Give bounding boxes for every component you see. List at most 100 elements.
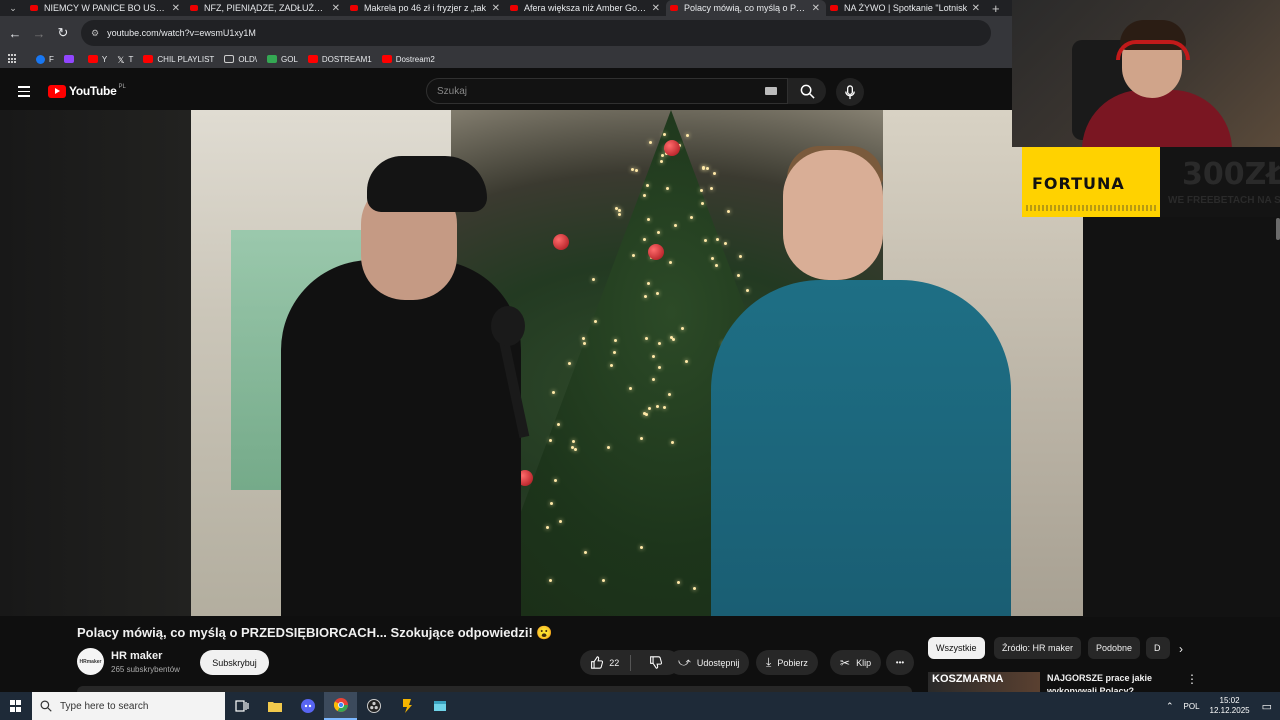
voice-search-button[interactable] <box>836 78 864 106</box>
chrome-icon[interactable] <box>324 692 357 720</box>
browser-tab-strip: ⌄ NIEMCY W PANICE BO USA STA ✕ NFZ, PIENI… <box>0 0 1012 16</box>
browser-tab[interactable]: NA ŻYWO | Spotkanie "Lotnisk ✕ <box>826 0 986 16</box>
youtube-header: YouTube PL Szukaj <box>0 72 1012 110</box>
tree-light <box>606 445 610 449</box>
discord-icon[interactable] <box>291 692 324 720</box>
address-bar[interactable]: ⚙ youtube.com/watch?v=ewsmU1xy1M <box>81 20 991 46</box>
tree-light <box>628 387 632 391</box>
subscribe-button[interactable]: Subskrybuj <box>200 650 269 675</box>
tree-light <box>676 580 680 584</box>
video-title: Polacy mówią, co myślą o PRZEDSIĘBIORCAC… <box>77 625 553 640</box>
bookmark-dostream1[interactable]: DOSTREAM1 <box>307 55 372 64</box>
more-actions-button[interactable]: ••• <box>886 650 914 675</box>
apps-grid-icon[interactable] <box>8 54 18 64</box>
download-button[interactable]: ⤓ Pobierz <box>756 650 818 675</box>
tab-close-icon[interactable]: ✕ <box>812 3 820 14</box>
chip-related[interactable]: Podobne <box>1088 637 1141 659</box>
video-scene-bauble <box>553 234 569 250</box>
tab-close-icon[interactable]: ✕ <box>972 3 980 14</box>
bookmark-youtube[interactable]: Y <box>87 55 107 64</box>
share-label: Udostępnij <box>696 657 740 668</box>
task-view-icon[interactable] <box>225 692 258 720</box>
tree-light <box>581 336 585 340</box>
notifications-icon[interactable]: ▭ <box>1262 700 1272 713</box>
share-button[interactable]: ⤻ Udostępnij <box>668 650 750 675</box>
obs-icon[interactable] <box>357 692 390 720</box>
taskbar-clock[interactable]: 15:02 12.12.2025 <box>1210 696 1250 716</box>
bookmark-folder-old[interactable]: OLD\ <box>224 55 257 64</box>
search-placeholder: Szukaj <box>437 85 468 97</box>
browser-tab-active[interactable]: Polacy mówią, co myślą o PRZE ✕ <box>666 0 826 16</box>
channel-avatar[interactable]: HRmaker <box>77 648 104 675</box>
bookmark-label: T <box>128 54 134 64</box>
new-tab-plus-icon[interactable]: + <box>992 1 1000 16</box>
chip-all[interactable]: Wszystkie <box>928 637 985 659</box>
browser-tab[interactable]: Afera większa niż Amber Gold? ✕ <box>506 0 666 16</box>
clock-date: 12.12.2025 <box>1209 706 1250 715</box>
folder-icon <box>224 55 235 63</box>
tree-light <box>655 405 659 409</box>
search-icon <box>40 700 52 712</box>
tab-close-icon[interactable]: ✕ <box>172 3 180 14</box>
tree-light <box>662 406 666 410</box>
tray-chevron-up-icon[interactable]: ⌃ <box>1166 701 1174 712</box>
tab-close-icon[interactable]: ✕ <box>332 3 340 14</box>
site-info-icon[interactable]: ⚙ <box>91 28 99 39</box>
browser-tab[interactable]: Makrela po 46 zł i fryzjer z „tak ✕ <box>346 0 506 16</box>
channel-name[interactable]: HR maker <box>111 650 162 662</box>
bookmark-label: OLD\ <box>238 54 257 64</box>
tab-close-icon[interactable]: ✕ <box>652 3 660 14</box>
youtube-wordmark: YouTube <box>69 84 117 98</box>
chevron-right-icon[interactable]: › <box>1172 640 1190 658</box>
video-right-backdrop <box>1083 217 1280 617</box>
chip-source-channel[interactable]: Źródło: HR maker <box>994 637 1082 659</box>
recommended-thumbnail[interactable]: KOSZMARNA <box>928 672 1040 692</box>
reload-icon[interactable]: ↻ <box>51 25 75 41</box>
tree-light <box>716 238 719 242</box>
chip-truncated[interactable]: D <box>1146 637 1170 659</box>
bookmark-x[interactable]: 𝕏T <box>117 54 134 66</box>
tree-light <box>630 168 634 172</box>
tree-light <box>709 186 713 190</box>
video-player[interactable] <box>191 110 1083 616</box>
search-button[interactable] <box>788 78 826 104</box>
sponsor-promo-amount: 300ZŁ <box>1182 157 1280 192</box>
browser-toolbar: ← → ↻ ⚙ youtube.com/watch?v=ewsmU1xy1M <box>0 16 1012 50</box>
youtube-favicon-icon <box>670 5 678 11</box>
browser-tab[interactable]: NIEMCY W PANICE BO USA STA ✕ <box>26 0 186 16</box>
scissors-icon: ✂ <box>840 655 851 670</box>
download-icon: ⤓ <box>766 655 772 669</box>
tree-light <box>700 202 704 206</box>
tab-search-chevron-icon[interactable]: ⌄ <box>0 0 26 16</box>
bookmark-chil-playlist[interactable]: CHIL PLAYLIST <box>143 55 214 64</box>
like-count: 22 <box>609 657 620 668</box>
bookmark-gol[interactable]: GOL <box>266 55 298 64</box>
like-button[interactable]: 22 <box>580 650 630 675</box>
tab-close-icon[interactable]: ✕ <box>492 3 500 14</box>
bookmark-facebook[interactable]: F <box>36 54 54 64</box>
tree-light <box>591 277 595 281</box>
file-explorer-icon[interactable] <box>258 692 291 720</box>
recommended-title[interactable]: NAJGORSZE prace jakie wykonywali Polacy? <box>1047 672 1167 692</box>
input-language[interactable]: POL <box>1184 702 1200 711</box>
start-button[interactable] <box>0 692 32 720</box>
menu-hamburger-icon[interactable] <box>18 86 30 97</box>
bookmark-twitch[interactable] <box>63 55 78 63</box>
keyboard-icon[interactable] <box>765 87 777 95</box>
taskbar-search-input[interactable]: Type here to search <box>32 692 225 720</box>
tree-light <box>549 501 553 505</box>
back-arrow-icon[interactable]: ← <box>3 26 27 41</box>
tree-light <box>665 186 669 190</box>
clip-button[interactable]: ✂ Klip <box>830 650 882 675</box>
app-window-icon[interactable] <box>423 692 456 720</box>
tab-title: NIEMCY W PANICE BO USA STA <box>44 3 168 13</box>
kebab-menu-icon[interactable]: ⋮ <box>1186 672 1198 686</box>
twitch-icon <box>63 55 74 63</box>
youtube-logo[interactable]: YouTube PL <box>48 84 126 98</box>
bookmark-dostream2[interactable]: Dostream2 <box>381 55 435 64</box>
browser-tab[interactable]: NFZ, PIENIĄDZE, ZADŁUŻENIE : ✕ <box>186 0 346 16</box>
streamlabs-icon[interactable] <box>390 692 423 720</box>
forward-arrow-icon[interactable]: → <box>27 26 51 41</box>
search-input[interactable]: Szukaj <box>426 78 788 104</box>
page-scrollbar-thumb[interactable] <box>1276 218 1280 240</box>
